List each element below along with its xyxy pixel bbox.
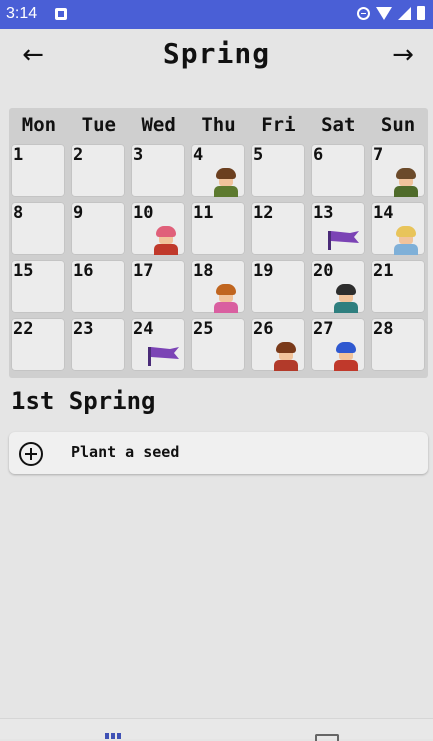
day-cell-28[interactable]: 28	[371, 318, 425, 371]
day-number: 15	[13, 261, 34, 281]
signal-icon	[398, 6, 411, 20]
day-number: 17	[133, 261, 154, 281]
weekday-header: Wed	[141, 114, 176, 136]
day-cell-1[interactable]: 1	[11, 144, 65, 197]
day-cell-17[interactable]: 17	[131, 260, 185, 313]
villager-portrait-icon	[393, 167, 419, 197]
festival-flag-icon	[328, 231, 359, 250]
day-number: 5	[253, 145, 264, 165]
day-cell-16[interactable]: 16	[71, 260, 125, 313]
weekday-header: Mon	[21, 114, 57, 136]
day-cell-7[interactable]: 7	[371, 144, 425, 197]
season-title: Spring	[162, 37, 271, 70]
day-cell-20[interactable]: 20	[311, 260, 365, 313]
day-cell-3[interactable]: 3	[131, 144, 185, 197]
day-cell-25[interactable]: 25	[191, 318, 245, 371]
day-number: 9	[73, 203, 84, 223]
weekday-header: Sun	[380, 114, 416, 136]
event-label: Plant a seed	[71, 443, 180, 461]
day-number: 11	[193, 203, 214, 223]
arrow-right-icon: →	[392, 40, 414, 70]
day-cell-26[interactable]: 26	[251, 318, 305, 371]
day-number: 14	[373, 203, 394, 223]
day-cell-2[interactable]: 2	[71, 144, 125, 197]
villager-portrait-icon	[213, 167, 239, 197]
villager-portrait-icon	[153, 225, 179, 255]
day-number: 27	[313, 319, 334, 339]
weekday-header-row: Mon Tue Wed Thu Fri Sat Sun	[9, 108, 428, 142]
day-cell-9[interactable]: 9	[71, 202, 125, 255]
day-cell-24[interactable]: 24	[131, 318, 185, 371]
day-number: 19	[253, 261, 274, 281]
day-cell-13[interactable]: 13	[311, 202, 365, 255]
day-cell-15[interactable]: 15	[11, 260, 65, 313]
day-number: 23	[73, 319, 94, 339]
battery-icon	[417, 6, 425, 20]
day-number: 7	[373, 145, 384, 165]
add-circle-icon[interactable]	[18, 441, 44, 467]
day-number: 26	[253, 319, 274, 339]
status-icons	[357, 6, 425, 20]
wifi-icon	[376, 6, 392, 20]
villager-portrait-icon	[213, 283, 239, 313]
day-cell-6[interactable]: 6	[311, 144, 365, 197]
weekday-header: Fri	[261, 114, 296, 136]
day-cell-11[interactable]: 11	[191, 202, 245, 255]
day-number: 2	[73, 145, 84, 165]
weekday-header: Tue	[81, 114, 116, 136]
calendar-grid: Mon Tue Wed Thu Fri Sat Sun 1 2 3 4 5 6 7 8 9 10 1…	[9, 108, 428, 378]
day-cell-12[interactable]: 12	[251, 202, 305, 255]
bottom-navigation	[0, 718, 433, 741]
app-notification-icon	[55, 8, 67, 20]
event-card[interactable]: Plant a seed	[9, 432, 428, 474]
day-cell-10[interactable]: 10	[131, 202, 185, 255]
day-cell-19[interactable]: 19	[251, 260, 305, 313]
day-number: 13	[313, 203, 334, 223]
day-cell-8[interactable]: 8	[11, 202, 65, 255]
day-number: 24	[133, 319, 154, 339]
villager-portrait-icon	[393, 225, 419, 255]
day-number: 12	[253, 203, 274, 223]
day-number: 22	[13, 319, 34, 339]
day-cell-14[interactable]: 14	[371, 202, 425, 255]
day-number: 8	[13, 203, 24, 223]
day-number: 1	[13, 145, 24, 165]
status-bar: 3:14	[0, 0, 433, 29]
season-header: ← Spring →	[0, 29, 433, 81]
day-number: 16	[73, 261, 94, 281]
villager-portrait-icon	[333, 341, 359, 371]
weekday-header: Sat	[321, 114, 356, 136]
day-cell-22[interactable]: 22	[11, 318, 65, 371]
do-not-disturb-icon	[357, 6, 370, 20]
day-cell-5[interactable]: 5	[251, 144, 305, 197]
villager-portrait-icon	[333, 283, 359, 313]
day-number: 20	[313, 261, 334, 281]
next-season-button[interactable]: →	[385, 37, 421, 73]
day-number: 3	[133, 145, 144, 165]
day-number: 18	[193, 261, 214, 281]
weekday-header: Thu	[201, 114, 236, 136]
day-number: 10	[133, 203, 154, 223]
day-cell-27[interactable]: 27	[311, 318, 365, 371]
villager-portrait-icon	[273, 341, 299, 371]
day-number: 4	[193, 145, 204, 165]
status-time: 3:14	[6, 5, 38, 22]
day-number: 28	[373, 319, 394, 339]
calendar-icon[interactable]	[105, 733, 121, 739]
day-cell-4[interactable]: 4	[191, 144, 245, 197]
day-number: 6	[313, 145, 324, 165]
day-cell-18[interactable]: 18	[191, 260, 245, 313]
selected-date-title: 1st Spring	[11, 387, 156, 415]
day-number: 25	[193, 319, 214, 339]
festival-flag-icon	[148, 347, 179, 366]
day-cell-23[interactable]: 23	[71, 318, 125, 371]
day-number: 21	[373, 261, 394, 281]
day-cell-21[interactable]: 21	[371, 260, 425, 313]
